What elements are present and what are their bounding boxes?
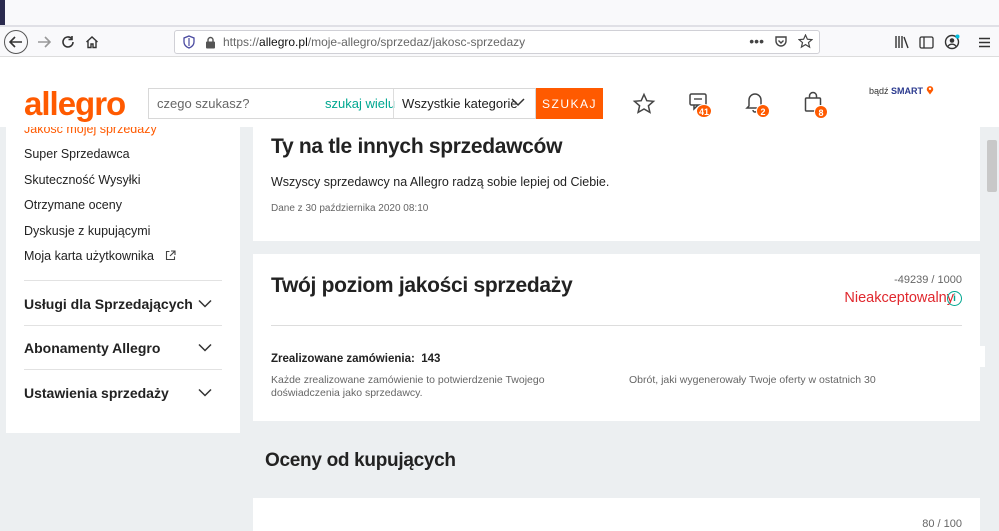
external-link-icon <box>166 250 176 261</box>
card-divider <box>271 325 962 326</box>
sidebar-group-subscriptions[interactable]: Abonamenty Allegro <box>24 340 222 356</box>
messages-badge: 41 <box>696 104 713 118</box>
home-icon <box>86 36 98 49</box>
browser-tab-strip <box>0 0 999 27</box>
ratings-section-title: Oceny od kupujących <box>265 450 456 471</box>
sidebar-item-user-card[interactable]: Moja karta użytkownika <box>24 249 176 263</box>
reload-button[interactable] <box>56 30 80 54</box>
urlbar-actions: ••• <box>749 33 813 49</box>
sales-quality-card: Twój poziom jakości sprzedaży -49239 / 1… <box>253 254 980 421</box>
hamburger-icon <box>978 37 990 47</box>
comparison-title: Ty na tle innych sprzedawców <box>271 135 563 158</box>
smart-promo[interactable]: bądź SMART <box>869 85 934 96</box>
arrow-left-icon <box>9 36 22 48</box>
quality-status: Nieakceptowalny <box>844 290 954 306</box>
tracking-shield-icon[interactable] <box>183 35 195 49</box>
category-select[interactable]: Wszystkie kategorie <box>402 96 518 111</box>
search-many-link[interactable]: szukaj wielu <box>325 96 395 111</box>
quality-title: Twój poziom jakości sprzedaży <box>271 274 573 297</box>
chevron-down-icon <box>198 299 212 308</box>
search-divider <box>393 89 394 118</box>
sidebar-toggle-button[interactable] <box>914 30 938 54</box>
url-text[interactable]: https://allegro.pl/moje-allegro/sprzedaz… <box>223 35 525 49</box>
notifications-button[interactable]: 2 <box>745 91 775 121</box>
chevron-down-icon <box>198 343 212 352</box>
account-button[interactable] <box>940 30 964 54</box>
data-date: Dane z 30 października 2020 08:10 <box>271 203 429 214</box>
sidebar-item-super-seller[interactable]: Super Sprzedawca <box>24 147 130 161</box>
sidebar-cut-link-clip: Jakość mojej sprzedaży <box>6 127 240 136</box>
lock-icon[interactable] <box>205 36 216 49</box>
smart-pin-icon <box>926 86 933 95</box>
info-icon[interactable]: i <box>947 291 962 306</box>
seller-comparison-card: Ty na tle innych sprzedawców Wszyscy spr… <box>253 127 980 241</box>
forward-button[interactable] <box>32 30 56 54</box>
site-header: allegro szukaj wielu Wszystkie kategorie… <box>0 57 999 127</box>
chevron-down-icon <box>198 388 212 397</box>
home-button[interactable] <box>80 30 104 54</box>
bookmark-star-icon[interactable] <box>798 34 813 49</box>
sidebar: Jakość mojej sprzedaży Super Sprzedawca … <box>6 127 240 433</box>
orders-count: Zrealizowane zamówienia: 143 <box>271 353 441 365</box>
menu-button[interactable] <box>972 30 996 54</box>
messages-button[interactable]: 41 <box>688 92 718 122</box>
sidebar-item-shipping-efficiency[interactable]: Skuteczność Wysyłki <box>24 173 141 187</box>
favorites-star-icon[interactable] <box>631 92 657 116</box>
sidebar-item-sales-quality[interactable]: Jakość mojej sprzedaży <box>24 127 157 136</box>
arrow-right-icon <box>38 36 51 48</box>
allegro-logo[interactable]: allegro <box>24 85 126 123</box>
sidebar-divider <box>24 325 222 326</box>
chevron-down-icon[interactable] <box>511 97 525 107</box>
search-box: szukaj wielu Wszystkie kategorie <box>148 88 536 119</box>
browser-toolbar: https://allegro.pl/moje-allegro/sprzedaz… <box>0 27 999 57</box>
sidebar-divider <box>24 369 222 370</box>
sidebar-item-buyer-discussions[interactable]: Dyskusje z kupującymi <box>24 224 150 238</box>
sidebar-item-received-ratings[interactable]: Otrzymane oceny <box>24 198 122 212</box>
back-button[interactable] <box>4 30 28 54</box>
page-actions-icon[interactable]: ••• <box>749 33 764 49</box>
sidebar-divider <box>24 280 222 281</box>
search-button[interactable]: SZUKAJ <box>536 88 603 119</box>
ratings-score: 80 / 100 <box>922 518 962 530</box>
page-scrollbar-thumb[interactable] <box>987 140 997 192</box>
turnover-description: Obrót, jaki wygenerowały Twoje oferty w … <box>629 374 876 386</box>
cart-badge: 8 <box>814 105 828 119</box>
reload-icon <box>62 36 74 48</box>
address-bar[interactable]: https://allegro.pl/moje-allegro/sprzedaz… <box>174 30 820 54</box>
notifications-badge: 2 <box>756 104 770 118</box>
quality-score: -49239 / 1000 <box>894 274 962 286</box>
account-icon <box>944 34 960 50</box>
pocket-icon[interactable] <box>774 35 788 49</box>
library-button[interactable] <box>890 30 914 54</box>
active-tab-edge[interactable] <box>0 0 5 27</box>
cart-button[interactable]: 8 <box>803 91 833 121</box>
sidebar-icon <box>918 35 934 49</box>
sidebar-group-seller-services[interactable]: Usługi dla Sprzedających <box>24 296 222 312</box>
library-icon <box>895 36 909 49</box>
sidebar-group-sales-settings[interactable]: Ustawienia sprzedaży <box>24 385 222 401</box>
orders-description: Każde zrealizowane zamówienie to potwier… <box>271 374 545 399</box>
comparison-text: Wszyscy sprzedawcy na Allegro radzą sobi… <box>271 175 610 189</box>
ratings-card: 80 / 100 <box>253 498 980 531</box>
